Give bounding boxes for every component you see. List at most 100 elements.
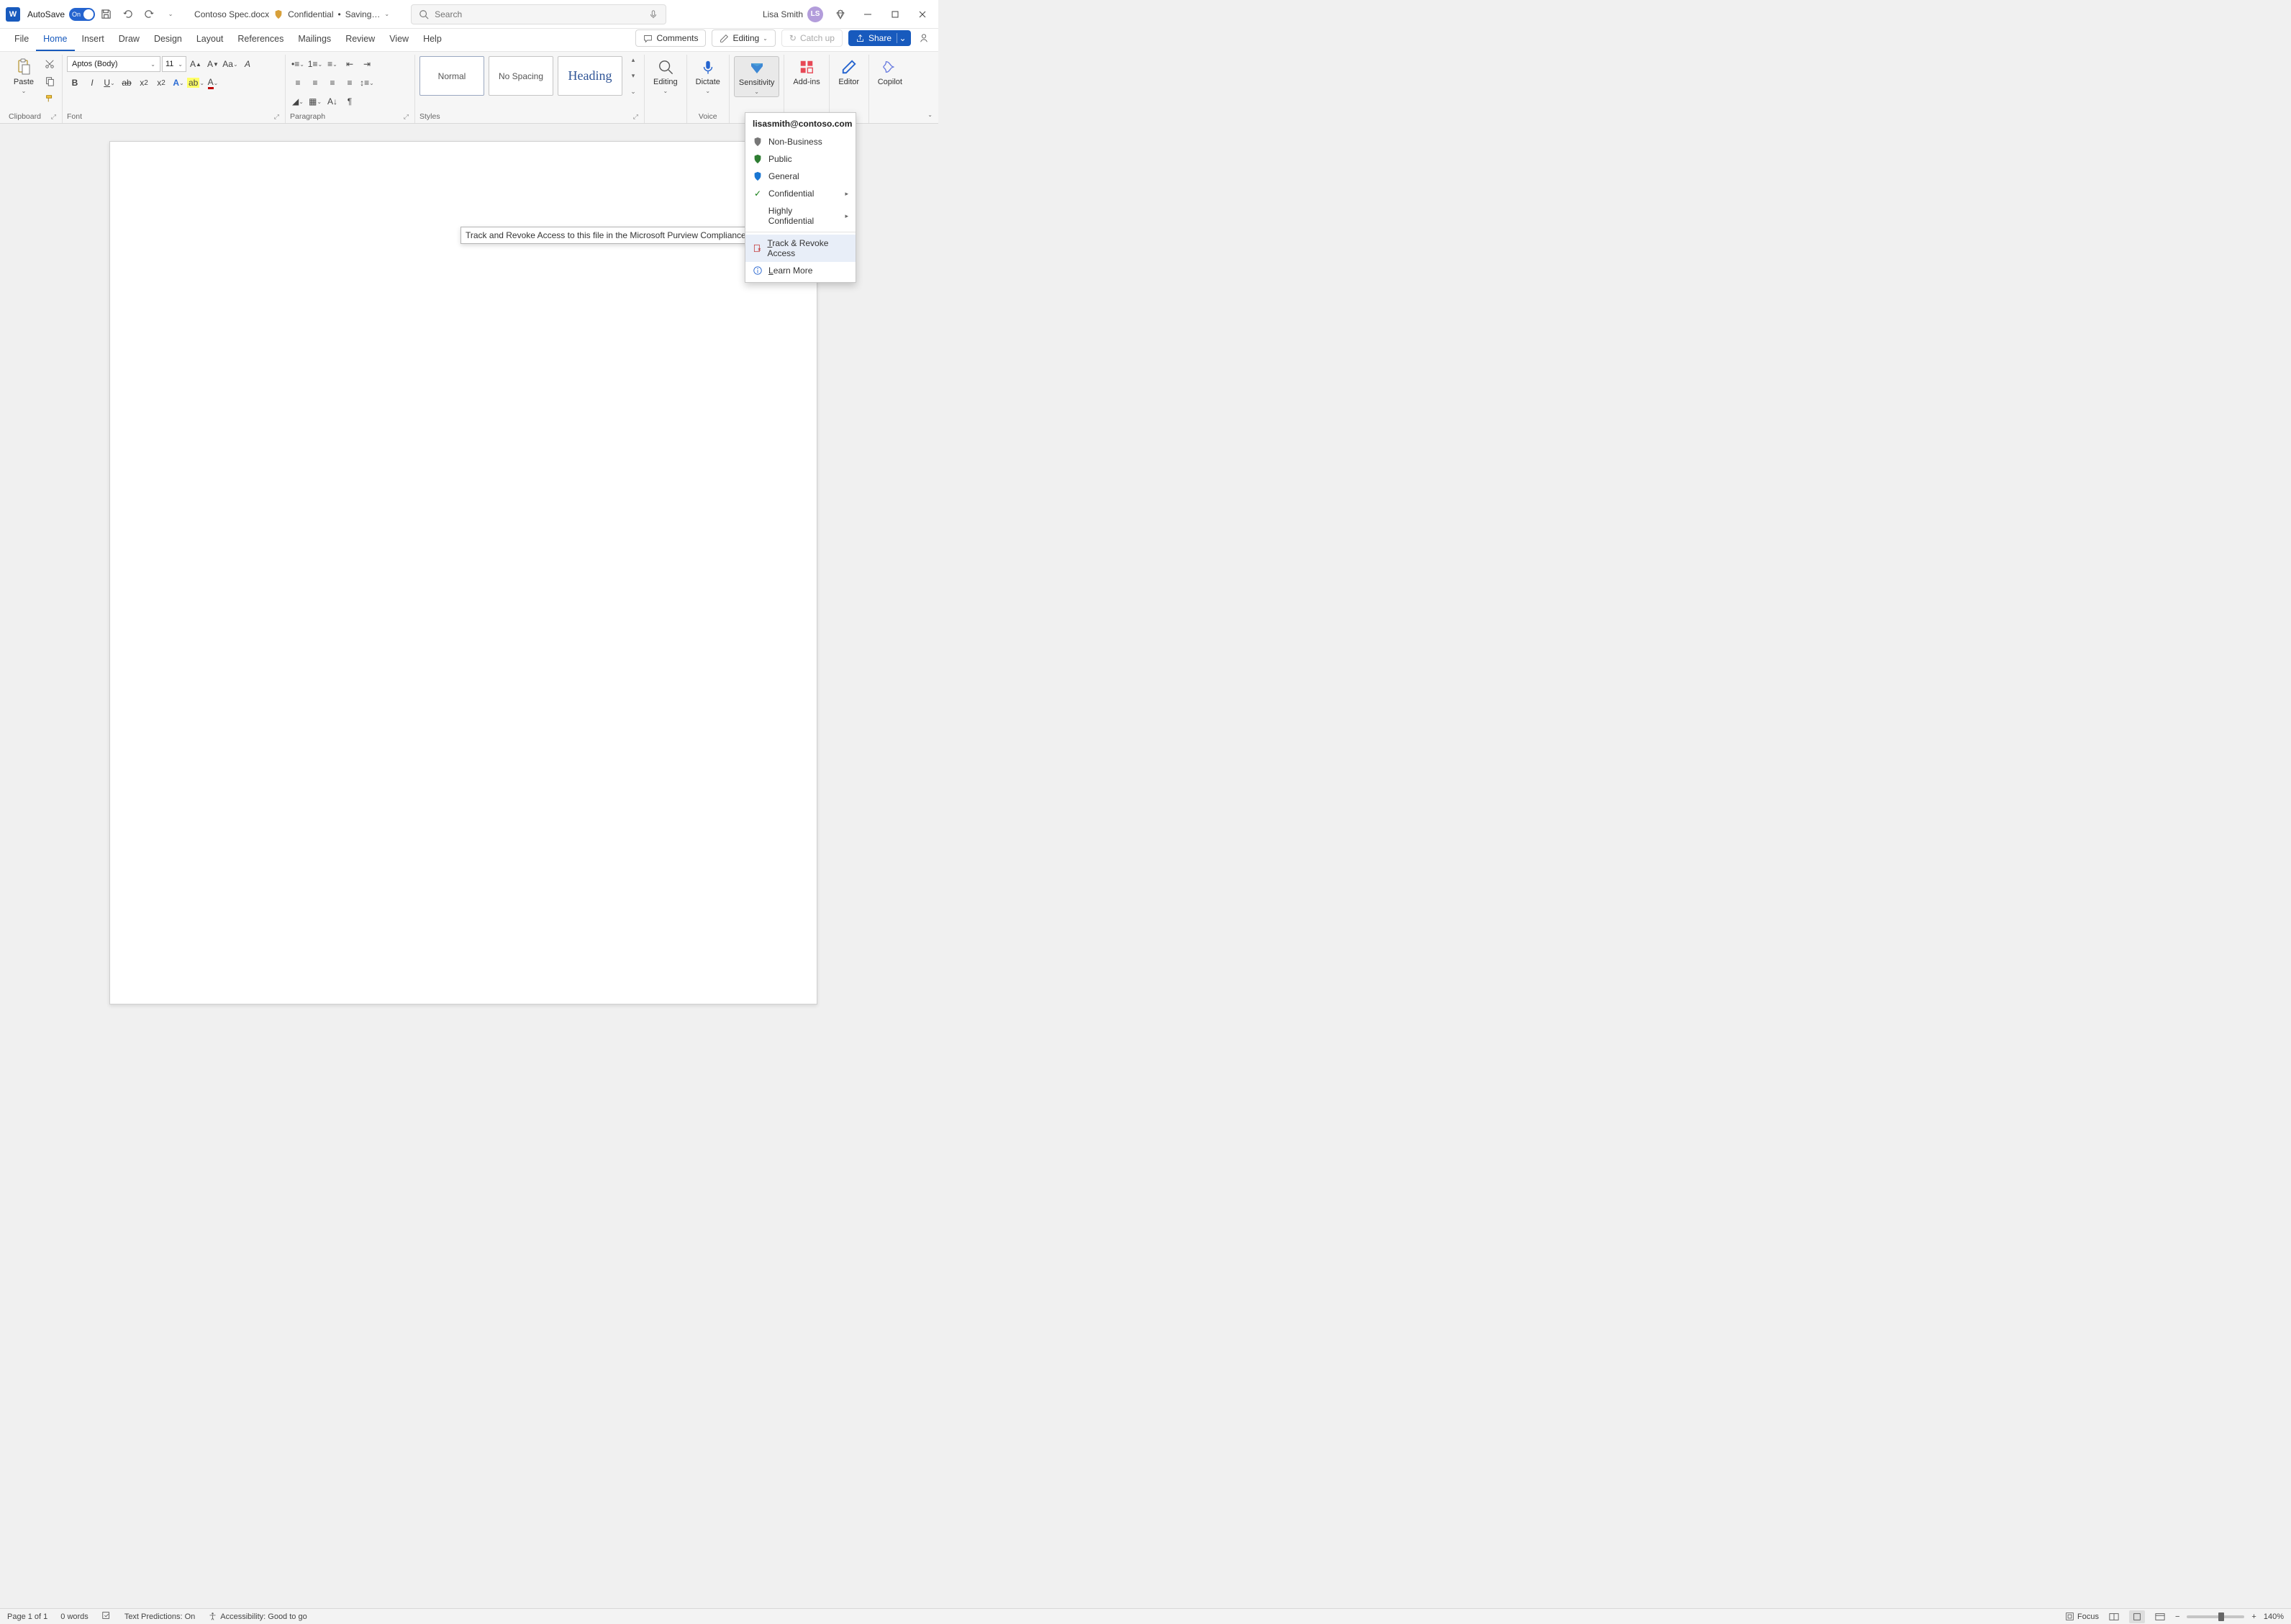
- font-size-combo[interactable]: 11 ⌄: [162, 56, 186, 72]
- sensitivity-option-highly-confidential[interactable]: Highly Confidential▸: [745, 202, 856, 230]
- zoom-out-button[interactable]: −: [2175, 1612, 2179, 1621]
- search-box[interactable]: [411, 4, 666, 24]
- comments-button[interactable]: Comments: [635, 30, 706, 47]
- zoom-level[interactable]: 140%: [2264, 1612, 2284, 1621]
- redo-icon[interactable]: [140, 6, 158, 23]
- align-right-button[interactable]: ≡: [325, 75, 340, 91]
- diamond-icon[interactable]: [830, 4, 850, 24]
- decrease-font-button[interactable]: A▼: [205, 56, 221, 72]
- save-icon[interactable]: [97, 6, 114, 23]
- spellcheck-icon[interactable]: [101, 1610, 112, 1623]
- document-page[interactable]: [109, 141, 817, 1004]
- web-layout-button[interactable]: [2152, 1610, 2168, 1623]
- tab-help[interactable]: Help: [416, 30, 449, 51]
- clear-formatting-button[interactable]: A: [240, 56, 255, 72]
- read-mode-button[interactable]: [2106, 1610, 2122, 1623]
- subscript-button[interactable]: x2: [136, 75, 152, 91]
- align-center-button[interactable]: ≡: [307, 75, 323, 91]
- tab-file[interactable]: File: [7, 30, 36, 51]
- paste-button[interactable]: Paste ⌄: [9, 56, 39, 96]
- editing-button[interactable]: Editing ⌄: [649, 56, 682, 96]
- tab-view[interactable]: View: [382, 30, 416, 51]
- maximize-button[interactable]: [885, 4, 905, 24]
- decrease-indent-button[interactable]: ⇤: [342, 56, 358, 72]
- dictate-button[interactable]: Dictate ⌄: [691, 56, 725, 96]
- underline-button[interactable]: U⌄: [101, 75, 117, 91]
- tab-design[interactable]: Design: [147, 30, 189, 51]
- document-canvas[interactable]: [0, 127, 2291, 1608]
- copilot-button[interactable]: Copilot: [874, 56, 907, 88]
- ribbon-collapse-button[interactable]: ⌄: [927, 109, 933, 119]
- highlight-button[interactable]: ab⌄: [188, 75, 204, 91]
- undo-icon[interactable]: [119, 6, 136, 23]
- ribbon-options-icon[interactable]: [917, 28, 931, 48]
- clipboard-dialog-launcher[interactable]: ⤢: [51, 113, 58, 121]
- style-heading[interactable]: Heading: [558, 56, 622, 96]
- qat-customize-icon[interactable]: ⌄: [162, 6, 179, 23]
- font-dialog-launcher[interactable]: ⤢: [274, 113, 281, 121]
- text-predictions[interactable]: Text Predictions: On: [124, 1612, 195, 1621]
- page-indicator[interactable]: Page 1 of 1: [7, 1612, 47, 1621]
- editor-button[interactable]: Editor: [834, 56, 864, 88]
- align-left-button[interactable]: ≡: [290, 75, 306, 91]
- multilevel-button[interactable]: ≡⌄: [325, 56, 340, 72]
- sensitivity-option-non-business[interactable]: Non-Business: [745, 133, 856, 150]
- autosave-control[interactable]: AutoSave On: [27, 8, 95, 21]
- close-button[interactable]: [912, 4, 933, 24]
- word-count[interactable]: 0 words: [60, 1612, 89, 1621]
- sensitivity-option-general[interactable]: General: [745, 168, 856, 185]
- increase-font-button[interactable]: A▲: [188, 56, 204, 72]
- sensitivity-option-public[interactable]: Public: [745, 150, 856, 168]
- justify-button[interactable]: ≡: [342, 75, 358, 91]
- tab-mailings[interactable]: Mailings: [291, 30, 338, 51]
- tab-insert[interactable]: Insert: [75, 30, 112, 51]
- autosave-toggle[interactable]: On: [69, 8, 95, 21]
- sensitivity-button[interactable]: Sensitivity ⌄: [734, 56, 780, 97]
- tab-references[interactable]: References: [230, 30, 291, 51]
- sort-button[interactable]: A↓: [325, 94, 340, 109]
- font-color-button[interactable]: A⌄: [205, 75, 221, 91]
- zoom-slider[interactable]: [2187, 1615, 2244, 1618]
- show-marks-button[interactable]: ¶: [342, 94, 358, 109]
- cut-button[interactable]: [42, 56, 58, 72]
- document-title-area[interactable]: Contoso Spec.docx Confidential • Saving……: [194, 9, 389, 19]
- change-case-button[interactable]: Aa⌄: [222, 56, 238, 72]
- learn-more-item[interactable]: Learn More: [745, 262, 856, 279]
- zoom-slider-thumb[interactable]: [2218, 1612, 2224, 1621]
- borders-button[interactable]: ▦⌄: [307, 94, 323, 109]
- track-revoke-item[interactable]: Track & Revoke Access: [745, 235, 856, 262]
- zoom-in-button[interactable]: +: [2251, 1612, 2256, 1621]
- focus-button[interactable]: Focus: [2065, 1612, 2099, 1621]
- styles-gallery-expand[interactable]: ▴▾⌄: [627, 56, 640, 96]
- styles-dialog-launcher[interactable]: ⤢: [633, 113, 640, 121]
- line-spacing-button[interactable]: ↕≡⌄: [359, 75, 375, 91]
- style-no-spacing[interactable]: No Spacing: [489, 56, 553, 96]
- mic-icon[interactable]: [648, 9, 658, 19]
- superscript-button[interactable]: x2: [153, 75, 169, 91]
- italic-button[interactable]: I: [84, 75, 100, 91]
- share-button[interactable]: Share ⌄: [848, 30, 911, 46]
- share-caret-icon[interactable]: ⌄: [897, 33, 904, 43]
- tab-draw[interactable]: Draw: [112, 30, 147, 51]
- strikethrough-button[interactable]: ab: [119, 75, 135, 91]
- print-layout-button[interactable]: [2129, 1610, 2145, 1623]
- minimize-button[interactable]: [858, 4, 878, 24]
- user-account[interactable]: Lisa Smith LS: [763, 6, 823, 22]
- search-input[interactable]: [435, 9, 643, 19]
- sensitivity-option-confidential[interactable]: ✓Confidential▸: [745, 185, 856, 202]
- bold-button[interactable]: B: [67, 75, 83, 91]
- style-normal[interactable]: Normal: [419, 56, 484, 96]
- accessibility-status[interactable]: Accessibility: Good to go: [208, 1612, 307, 1621]
- paragraph-dialog-launcher[interactable]: ⤢: [404, 113, 410, 121]
- shading-button[interactable]: ◢⌄: [290, 94, 306, 109]
- bullets-button[interactable]: •≡⌄: [290, 56, 306, 72]
- tab-review[interactable]: Review: [338, 30, 382, 51]
- title-dropdown-icon[interactable]: ⌄: [384, 11, 389, 17]
- font-name-combo[interactable]: Aptos (Body) ⌄: [67, 56, 160, 72]
- numbering-button[interactable]: 1≡⌄: [307, 56, 323, 72]
- tab-home[interactable]: Home: [36, 30, 74, 51]
- format-painter-button[interactable]: [42, 91, 58, 106]
- addins-button[interactable]: Add-ins: [789, 56, 824, 88]
- text-effects-button[interactable]: A⌄: [171, 75, 186, 91]
- editing-mode-button[interactable]: Editing ⌄: [712, 30, 775, 47]
